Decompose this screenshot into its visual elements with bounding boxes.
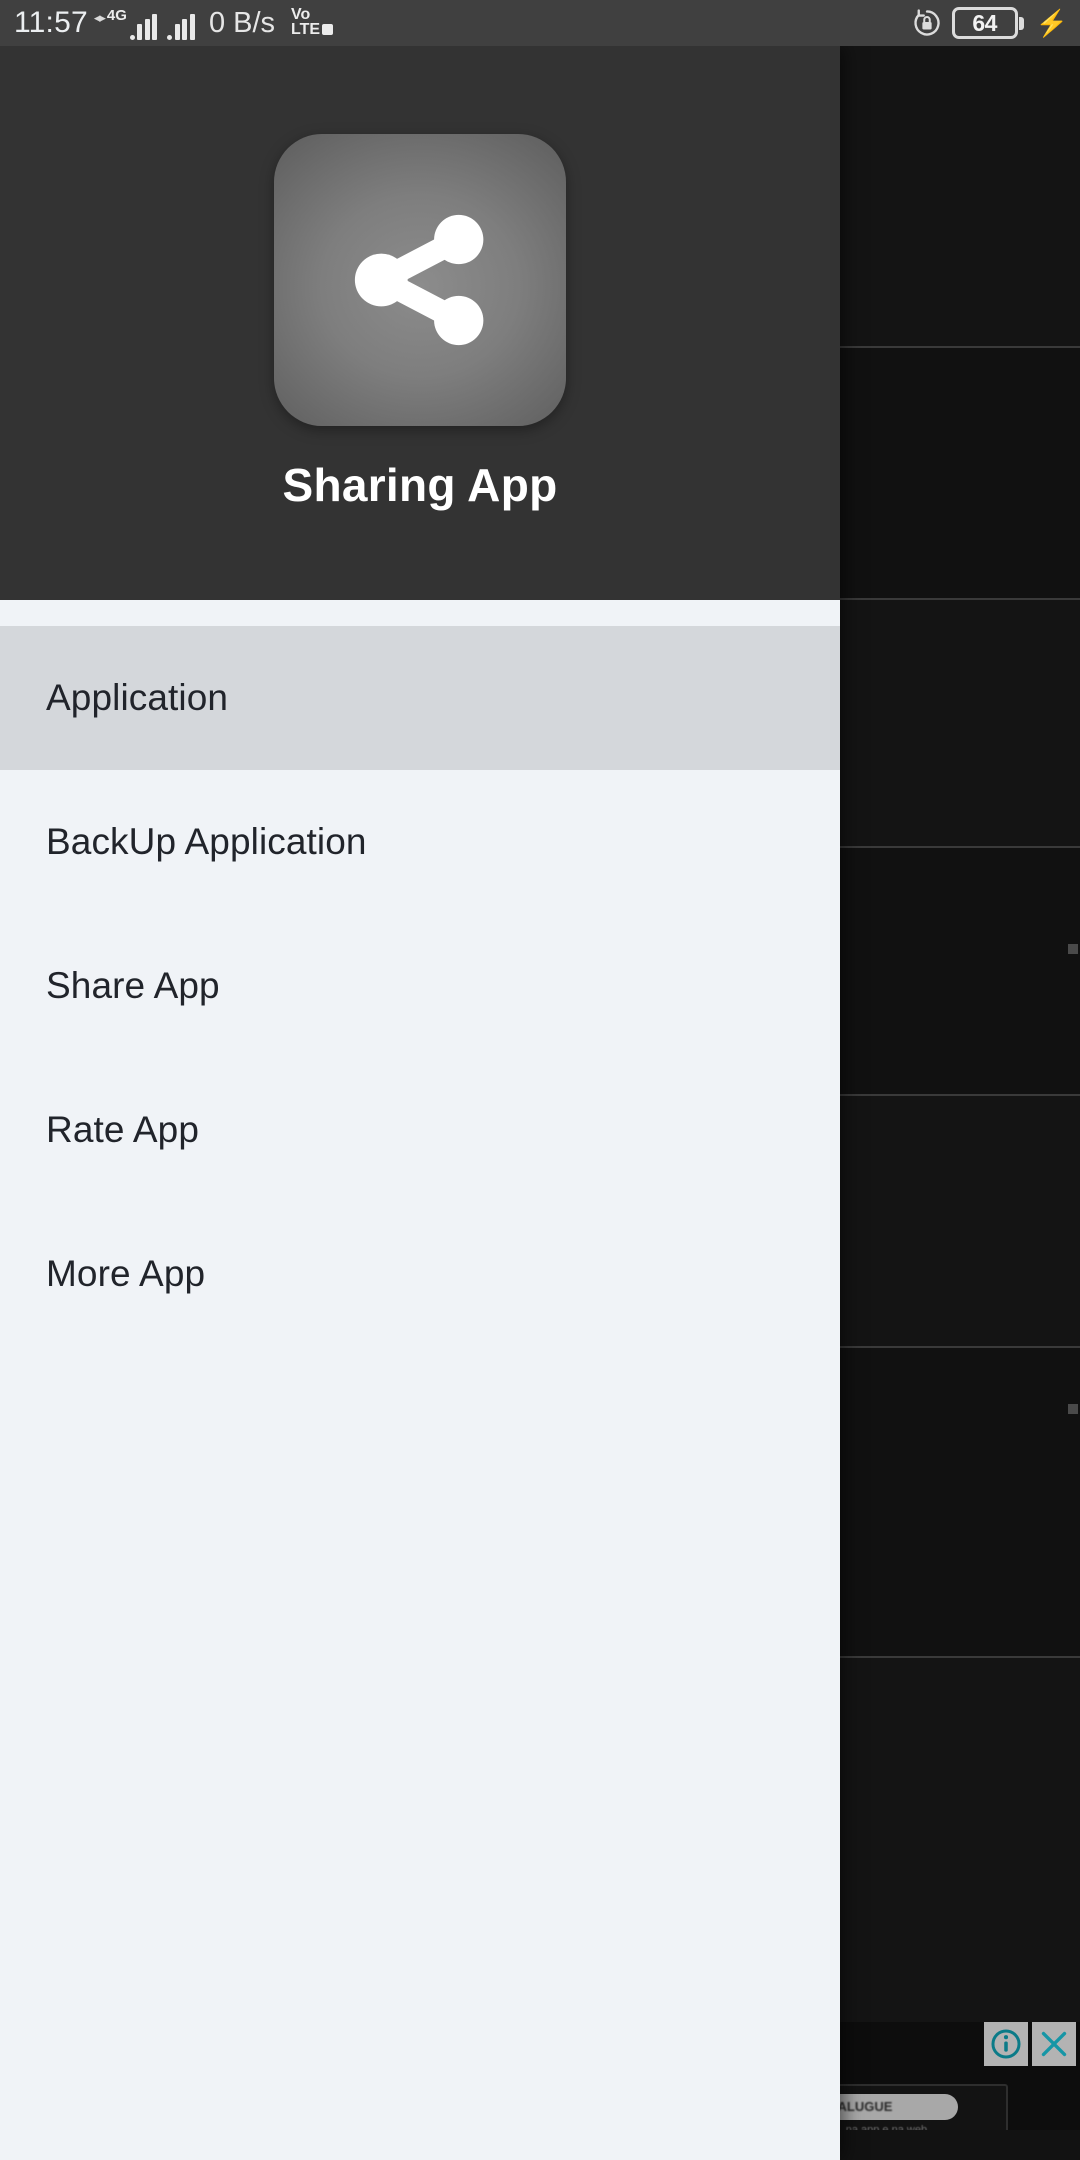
menu-item-label: Share App (46, 965, 220, 1006)
drawer-divider (0, 600, 840, 626)
ad-badges (984, 2022, 1076, 2066)
ad-close-icon[interactable] (1032, 2022, 1076, 2066)
network-type-label: 4G (106, 6, 127, 24)
menu-item-backup-application[interactable]: BackUp Application (0, 770, 840, 914)
data-transfer-arrows-icon: ◂▸ (93, 9, 106, 25)
menu-item-application[interactable]: Application (0, 626, 840, 770)
ad-card: ALUGUE Aluguel, na app e na web (840, 2084, 1008, 2130)
drawer-menu: Application BackUp Application Share App… (0, 626, 840, 1346)
status-bar-left: 11:57 ◂▸ 4G 0 B/s Vo LTE (0, 6, 334, 40)
phone-screen: L EM Dic ALUGUE Aluguel, na app e na web (0, 0, 1080, 2160)
ad-cta-button[interactable]: ALUGUE (840, 2094, 958, 2120)
menu-item-label: More App (46, 1253, 206, 1294)
charging-bolt-icon: ⚡ (1035, 8, 1068, 38)
rotation-lock-icon (912, 8, 942, 38)
menu-item-share-app[interactable]: Share App (0, 914, 840, 1058)
menu-item-label: BackUp Application (46, 821, 367, 862)
menu-item-rate-app[interactable]: Rate App (0, 1058, 840, 1202)
scroll-tick (1068, 944, 1078, 954)
page-title: Sharing App (282, 459, 558, 511)
sim-indicator-icon (322, 24, 334, 36)
share-app-icon (274, 134, 566, 426)
scroll-tick (1068, 1404, 1078, 1414)
signal-bars-sim1-icon (129, 13, 158, 40)
data-speed-label: 0 B/s (208, 6, 276, 39)
volte-bottom-label: LTE (291, 20, 321, 38)
volte-icon: Vo LTE (291, 6, 334, 38)
menu-item-more-app[interactable]: More App (0, 1202, 840, 1346)
ad-info-icon[interactable] (984, 2022, 1028, 2066)
drawer-header: Sharing App (0, 46, 840, 600)
ad-banner[interactable]: L EM Dic ALUGUE Aluguel, na app e na web (840, 2022, 1080, 2130)
signal-bars-sim2-icon (167, 13, 195, 40)
network-indicators: ◂▸ 4G (94, 7, 195, 40)
menu-item-label: Application (46, 677, 229, 718)
battery-level-label: 64 (972, 9, 997, 36)
ad-cta-label: ALUGUE (840, 2099, 893, 2114)
menu-item-label: Rate App (46, 1109, 200, 1150)
navigation-drawer: Sharing App Application BackUp Applicati… (0, 46, 840, 2160)
battery-icon: 64 (951, 7, 1024, 39)
ad-subtext: Aluguel, na app e na web (840, 2124, 928, 2130)
status-clock: 11:57 (14, 6, 88, 39)
status-bar: 11:57 ◂▸ 4G 0 B/s Vo LTE 64 ⚡ (0, 0, 1080, 46)
status-bar-right: 64 ⚡ (912, 7, 1080, 39)
